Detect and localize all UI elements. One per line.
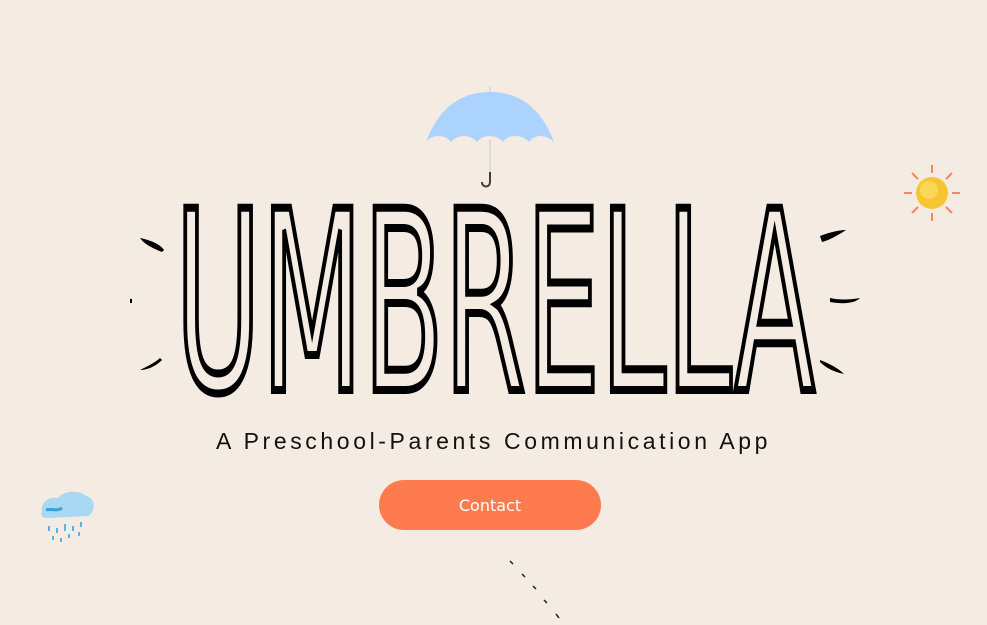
scroll-dashes [505,558,575,625]
app-title: UMBRELLA [108,154,860,453]
umbrella-icon [420,84,560,199]
contact-button[interactable]: Contact [379,480,601,530]
sun-icon [902,163,962,228]
title-text: UMBRELLA [175,200,815,410]
rain-cloud-icon [36,488,100,557]
subtitle: A Preschool-Parents Communication App [215,428,772,454]
